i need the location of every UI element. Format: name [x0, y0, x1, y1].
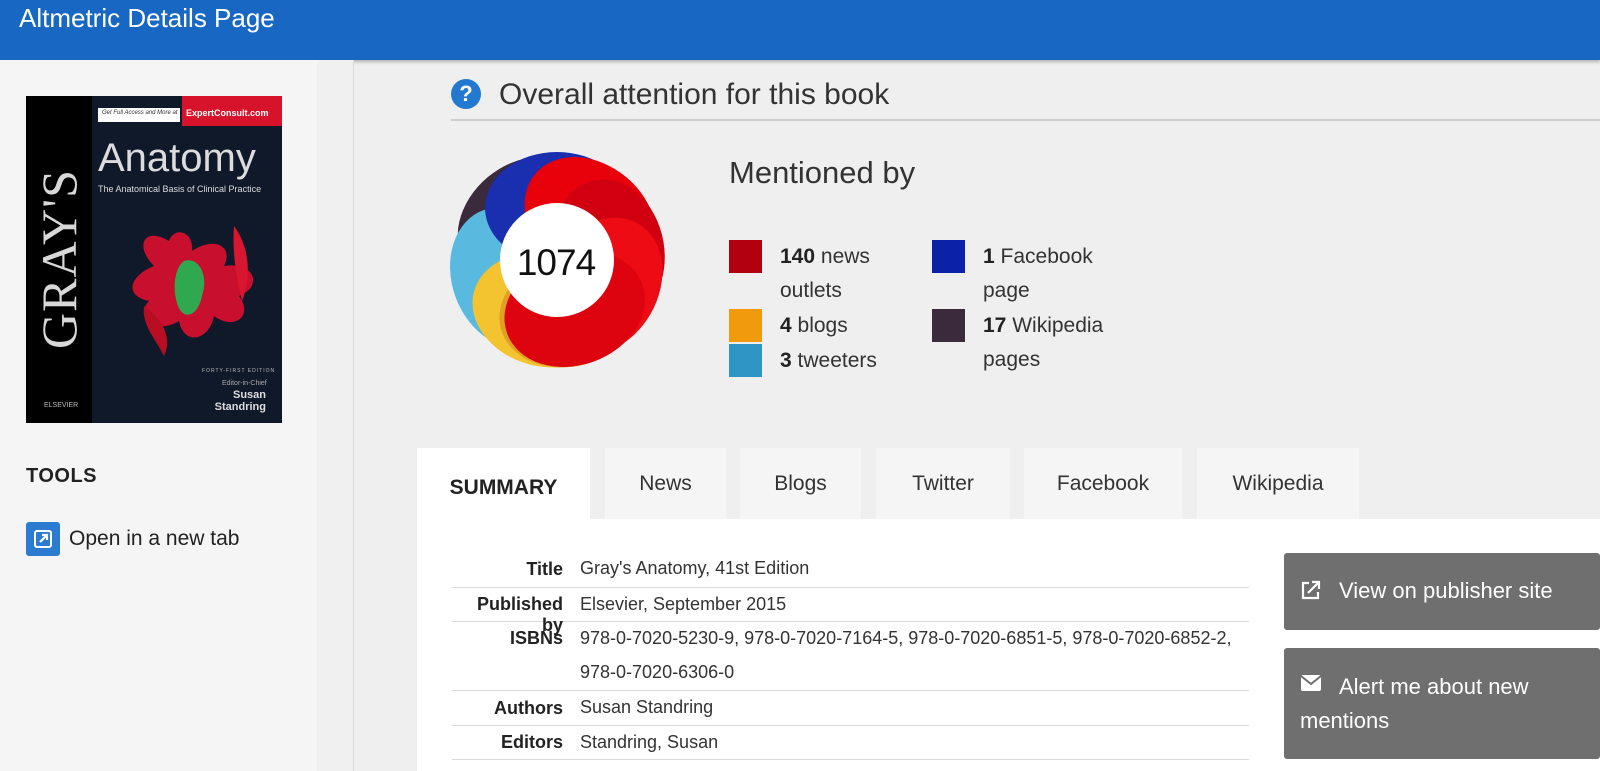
summary-row-isbns: ISBNs 978-0-7020-5230-9, 978-0-7020-7164… [452, 621, 1249, 691]
source-news[interactable]: 140 news outlets [729, 240, 920, 308]
news-swatch [729, 240, 762, 273]
isbns-value: 978-0-7020-5230-9, 978-0-7020-7164-5, 97… [580, 628, 1232, 682]
open-new-tab-label: Open in a new tab [69, 527, 240, 550]
cover-edition: FORTY-FIRST EDITION [202, 368, 276, 374]
attention-score: 1074 [516, 242, 596, 283]
summary-row-title: Title Gray's Anatomy, 41st Edition [452, 551, 1249, 588]
wikipedia-label-2: pages [983, 348, 1041, 371]
authors-label: Authors [494, 698, 563, 718]
summary-row-authors: Authors Susan Standring [452, 690, 1249, 726]
news-label: news [820, 245, 870, 268]
external-link-icon [26, 522, 60, 556]
alert-me-button[interactable]: Alert me about new mentions [1284, 648, 1600, 759]
facebook-label: Facebook [1000, 245, 1093, 268]
book-cover: GRAY'S Get Full Access and More at Exper… [26, 96, 282, 423]
page-title: Altmetric Details Page [19, 3, 275, 33]
help-icon[interactable]: ? [451, 79, 481, 109]
alert-me-label: Alert me about new mentions [1300, 674, 1529, 733]
cover-promo-site: ExpertConsult.com [186, 108, 269, 118]
source-tweeters[interactable]: 3 tweeters [729, 344, 877, 378]
heading-divider [451, 119, 1600, 121]
mentioned-by-heading: Mentioned by [729, 155, 916, 190]
editors-label: Editors [500, 732, 563, 752]
facebook-swatch [932, 240, 965, 273]
tweeters-count: 3 [780, 349, 792, 372]
authors-value: Susan Standring [580, 697, 714, 717]
tweeters-label: tweeters [797, 349, 877, 372]
wikipedia-label: Wikipedia [1012, 314, 1104, 337]
facebook-label-2: page [983, 279, 1030, 302]
news-count: 140 [780, 245, 816, 268]
cover-subtitle: The Anatomical Basis of Clinical Practic… [98, 184, 262, 194]
source-facebook[interactable]: 1 Facebook page [932, 240, 1093, 308]
wikipedia-count: 17 [983, 314, 1007, 337]
title-label: Title [526, 559, 563, 579]
cover-spine-text: GRAY'S [31, 169, 87, 349]
attention-heading: Overall attention for this book [499, 78, 890, 111]
tab-wikipedia[interactable]: Wikipedia [1197, 448, 1359, 519]
cover-artwork [132, 226, 254, 356]
cover-publisher: ELSEVIER [44, 402, 79, 409]
cover-editor-name: Susan Standring [214, 389, 266, 413]
tab-twitter[interactable]: Twitter [876, 448, 1010, 519]
publisher-value: Elsevier, September 2015 [580, 594, 787, 614]
blogs-count: 4 [780, 314, 792, 337]
summary-row-editors: Editors Standring, Susan [452, 725, 1249, 760]
cover-promo-text: Get Full Access and More at [102, 110, 178, 116]
source-wikipedia[interactable]: 17 Wikipedia pages [932, 309, 1103, 377]
sidebar-divider [317, 60, 354, 771]
open-new-tab-link[interactable]: Open in a new tab [26, 522, 239, 556]
blogs-label: blogs [797, 314, 848, 337]
source-blogs[interactable]: 4 blogs [729, 309, 848, 343]
top-bar: Altmetric Details Page [0, 0, 1600, 60]
view-publisher-label: View on publisher site [1339, 578, 1553, 603]
tab-summary[interactable]: SUMMARY [417, 448, 590, 528]
editors-value: Standring, Susan [580, 732, 719, 752]
external-link-icon [1301, 580, 1321, 600]
tab-news[interactable]: News [605, 448, 726, 519]
tweeters-swatch [729, 344, 762, 377]
news-label-2: outlets [780, 279, 842, 302]
tools-heading: TOOLS [26, 465, 98, 487]
blogs-swatch [729, 309, 762, 342]
cover-editor-label: Editor-in-Chief [222, 380, 267, 387]
cover-title: Anatomy [98, 136, 256, 180]
title-value: Gray's Anatomy, 41st Edition [580, 558, 810, 578]
tab-facebook[interactable]: Facebook [1024, 448, 1182, 519]
summary-row-publisher: Published by Elsevier, September 2015 [452, 587, 1249, 635]
wikipedia-swatch [932, 309, 965, 342]
isbns-label: ISBNs [509, 628, 563, 648]
tab-blogs[interactable]: Blogs [740, 448, 861, 519]
view-publisher-button[interactable]: View on publisher site [1284, 553, 1600, 630]
facebook-count: 1 [983, 245, 995, 268]
